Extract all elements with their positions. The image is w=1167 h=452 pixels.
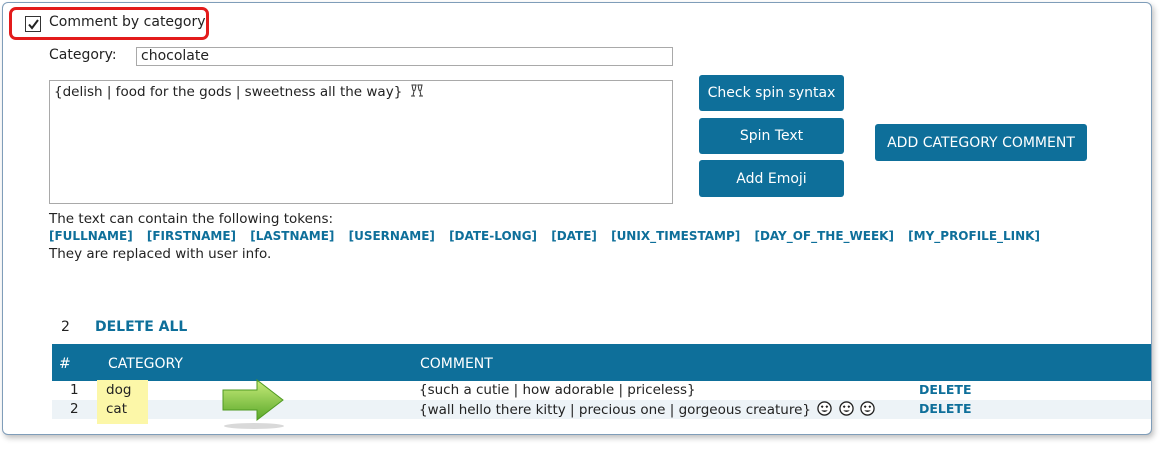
- row-comment: {such a cutie | how adorable | priceless…: [419, 382, 696, 398]
- token-lastname[interactable]: [LASTNAME]: [250, 229, 334, 243]
- column-header-category: CATEGORY: [108, 356, 183, 372]
- token-unix-timestamp[interactable]: [UNIX_TIMESTAMP]: [611, 229, 740, 243]
- category-label: Category:: [49, 47, 117, 63]
- token-my-profile-link[interactable]: [MY_PROFILE_LINK]: [908, 229, 1040, 243]
- token-list: [FULLNAME] [FIRSTNAME] [LASTNAME] [USERN…: [49, 229, 1050, 243]
- green-arrow-icon: [222, 378, 284, 429]
- comment-count: 2: [61, 319, 70, 335]
- table-header: # CATEGORY COMMENT: [52, 344, 1151, 381]
- delete-all-link[interactable]: DELETE ALL: [95, 319, 187, 335]
- token-fullname[interactable]: [FULLNAME]: [49, 229, 133, 243]
- tokens-outro-text: They are replaced with user info.: [49, 246, 272, 262]
- comment-by-category-checkbox[interactable]: [25, 16, 41, 32]
- column-header-index: #: [59, 356, 71, 372]
- heart-eyes-emoji-icon: [860, 401, 875, 416]
- row-comment-container: {wall hello there kitty | precious one |…: [419, 401, 875, 418]
- row-delete-link[interactable]: DELETE: [919, 382, 971, 397]
- token-firstname[interactable]: [FIRSTNAME]: [147, 229, 236, 243]
- row-index: 1: [70, 382, 79, 398]
- comment-text: {delish | food for the gods | sweetness …: [54, 84, 403, 100]
- token-date[interactable]: [DATE]: [551, 229, 597, 243]
- token-username[interactable]: [USERNAME]: [349, 229, 435, 243]
- spin-text-button[interactable]: Spin Text: [699, 118, 844, 154]
- clinking-glasses-icon: [410, 84, 423, 97]
- table-row: 1 dog {such a cutie | how adorable | pri…: [52, 380, 1151, 400]
- check-spin-syntax-button[interactable]: Check spin syntax: [699, 75, 844, 111]
- heart-eyes-emoji-icon: [838, 401, 854, 416]
- column-header-comment: COMMENT: [420, 356, 493, 372]
- checkmark-icon: [28, 19, 39, 30]
- token-date-long[interactable]: [DATE-LONG]: [449, 229, 537, 243]
- category-input[interactable]: chocolate: [136, 47, 673, 66]
- table-row: 2 cat {wall hello there kitty | precious…: [52, 400, 1151, 424]
- tokens-intro-text: The text can contain the following token…: [49, 211, 334, 227]
- row-category: cat: [106, 401, 127, 417]
- token-day-of-the-week[interactable]: [DAY_OF_THE_WEEK]: [754, 229, 894, 243]
- checkbox-label[interactable]: Comment by category: [49, 14, 206, 30]
- comment-by-category-panel: Comment by category Category: chocolate …: [2, 2, 1152, 435]
- row-category: dog: [106, 382, 132, 398]
- heart-eyes-emoji-icon: [817, 401, 833, 416]
- add-category-comment-button[interactable]: ADD CATEGORY COMMENT: [875, 124, 1087, 161]
- row-index: 2: [70, 401, 79, 417]
- row-delete-link[interactable]: DELETE: [919, 401, 971, 416]
- add-emoji-button[interactable]: Add Emoji: [699, 160, 844, 197]
- row-comment: {wall hello there kitty | precious one |…: [419, 402, 811, 418]
- comment-textarea[interactable]: {delish | food for the gods | sweetness …: [49, 80, 673, 204]
